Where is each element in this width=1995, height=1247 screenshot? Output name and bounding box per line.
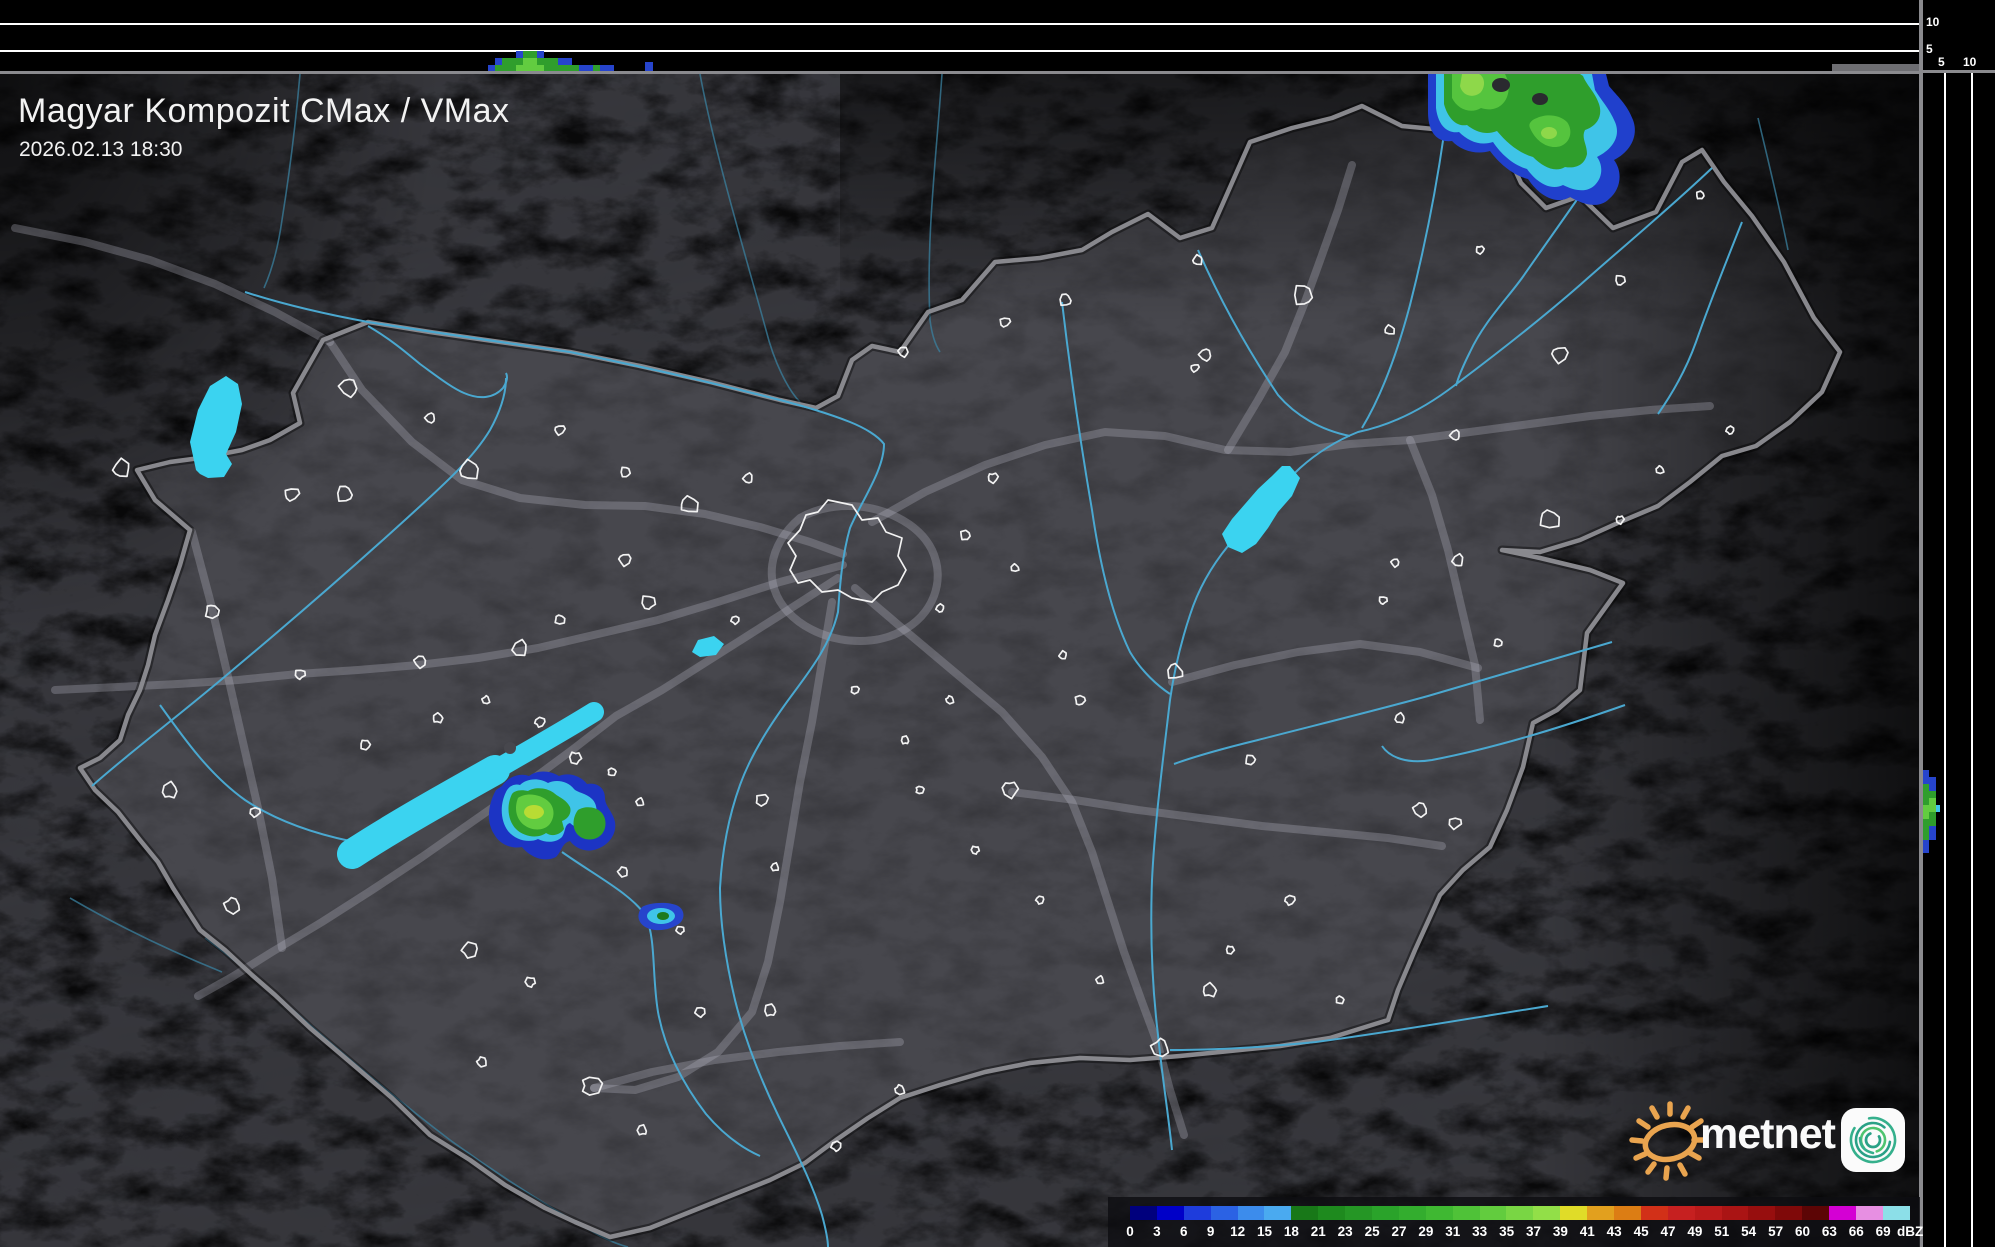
dbz-unit-label: dBZ [1896, 1224, 1924, 1239]
dbz-color-step [1237, 1206, 1265, 1220]
dbz-legend: 0 3 6 9 12 15 18 21 23 25 27 29 31 33 35 37 39 41 43 45 47 49… [1108, 1197, 1923, 1247]
height-axis-label-10km-right: 10 [1963, 55, 1977, 69]
cyclone-app-icon [1841, 1108, 1905, 1172]
dbz-color-step [1587, 1206, 1615, 1220]
top-strip [0, 0, 1920, 72]
dbz-color-step [1721, 1206, 1749, 1220]
metnet-logo: metnet [1628, 1094, 1918, 1186]
dbz-color-step [1479, 1206, 1507, 1220]
dbz-color-step [1802, 1206, 1830, 1220]
dbz-color-step [1560, 1206, 1588, 1220]
dbz-color-step [1667, 1206, 1695, 1220]
dbz-color-step [1775, 1206, 1803, 1220]
height-axis-label-5km-right: 5 [1938, 55, 1945, 69]
dbz-color-step [1264, 1206, 1292, 1220]
dbz-color-step [1614, 1206, 1641, 1220]
dbz-color-step [1183, 1206, 1211, 1220]
page-title: Magyar Kompozit CMax / VMax [18, 92, 510, 130]
radar-composite-screen: Magyar Kompozit CMax / VMax 2026.02.13 1… [0, 0, 1995, 1247]
dbz-color-step [1882, 1206, 1910, 1220]
dbz-color-step [1318, 1206, 1346, 1220]
dbz-color-step [1694, 1206, 1722, 1220]
dbz-color-step [1291, 1206, 1319, 1220]
dbz-color-step [1345, 1206, 1373, 1220]
dbz-color-step [1398, 1206, 1426, 1220]
dbz-color-step [1156, 1206, 1184, 1220]
right-strip [1922, 0, 1995, 1247]
dbz-color-step [1506, 1206, 1534, 1220]
logo-text: metnet [1700, 1110, 1836, 1158]
height-axis-label-10km-top: 10 [1926, 15, 1940, 29]
radar-map-canvas [0, 0, 1995, 1247]
sun-icon [1629, 1101, 1706, 1181]
dbz-color-step [1856, 1206, 1883, 1220]
terrain-layer [0, 72, 1920, 1247]
dbz-color-step [1372, 1206, 1399, 1220]
dbz-color-step [1748, 1206, 1776, 1220]
dbz-color-step [1533, 1206, 1561, 1220]
dbz-color-step [1640, 1206, 1668, 1220]
dbz-colorbar [1130, 1206, 1910, 1220]
dbz-color-step [1452, 1206, 1480, 1220]
dbz-color-step [1829, 1206, 1857, 1220]
dbz-color-step [1210, 1206, 1238, 1220]
timestamp: 2026.02.13 18:30 [19, 138, 183, 161]
height-axis-label-5km-top: 5 [1926, 42, 1933, 56]
dbz-color-step [1130, 1206, 1157, 1220]
dbz-color-step [1425, 1206, 1453, 1220]
